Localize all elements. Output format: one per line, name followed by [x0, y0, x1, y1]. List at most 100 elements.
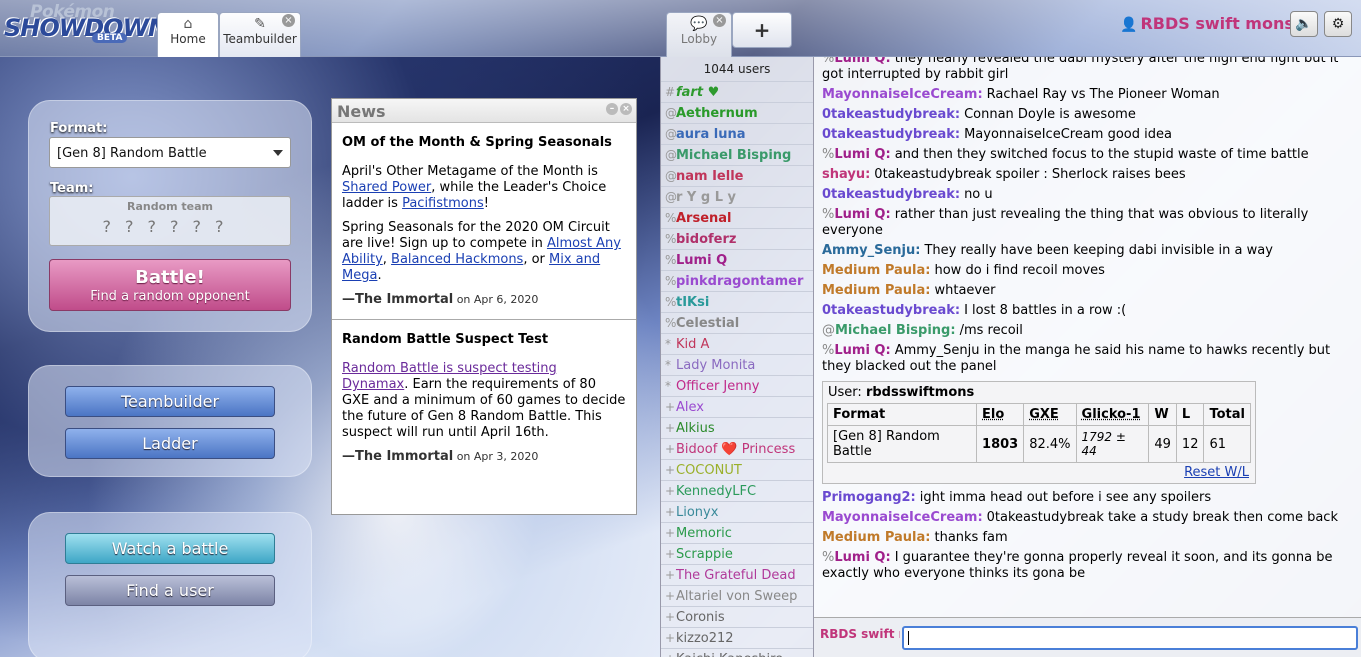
chat-message: %Lumi Q: and then they switched focus to … — [814, 145, 1361, 165]
user-list-item[interactable]: @nam Ielle — [661, 165, 813, 186]
user-list-item[interactable]: * Officer Jenny — [661, 375, 813, 396]
news-link[interactable]: Balanced Hackmons — [391, 252, 523, 267]
chat-message: 0takeastudybreak: no u — [814, 185, 1361, 205]
user-icon: 👤 — [1120, 17, 1138, 33]
current-user[interactable]: 👤 RBDS swift mons — [1120, 14, 1294, 33]
user-stats-table: Format Elo GXE Glicko-1 W L Total [Gen 8] Rand… — [826, 403, 1251, 463]
settings-button[interactable]: ⚙ — [1324, 11, 1352, 37]
user-list-item[interactable]: #fart ♥ — [661, 81, 813, 102]
stats-column-header: L — [1175, 403, 1205, 426]
chat-message-author[interactable]: Ammy_Senju: — [822, 243, 920, 258]
chat-message-author[interactable]: Medium Paula: — [822, 530, 930, 545]
user-stats-header: User: rbdsswiftmons — [823, 382, 1255, 403]
format-select[interactable]: [Gen 8] Random Battle — [49, 137, 291, 168]
chat-message-author[interactable]: Lumi Q: — [834, 343, 890, 358]
user-list-item[interactable]: %pinkdragontamer — [661, 270, 813, 291]
user-list-item[interactable]: @Michael Bisping — [661, 144, 813, 165]
teambuilder-button[interactable]: Teambuilder — [65, 386, 275, 417]
tab-teambuilder[interactable]: ✎ Teambuilder × — [219, 12, 301, 57]
close-icon[interactable]: × — [282, 14, 295, 27]
chat-message-author[interactable]: Medium Paula: — [822, 263, 930, 278]
user-list-item[interactable]: @Aethernum — [661, 102, 813, 123]
close-icon[interactable]: × — [713, 14, 726, 27]
chat-message-author[interactable]: 0takeastudybreak: — [822, 107, 960, 122]
showdown-logo[interactable]: Pokémon SHOWDOWN BETA — [4, 2, 168, 46]
user-list-item[interactable]: * Lady Monita — [661, 354, 813, 375]
user-list-item[interactable]: %Celestial — [661, 312, 813, 333]
user-rank: + — [665, 400, 676, 414]
chat-message-author[interactable]: 0takeastudybreak: — [822, 187, 960, 202]
user-name: nam Ielle — [676, 169, 744, 184]
user-list-item[interactable]: %Lumi Q — [661, 249, 813, 270]
user-name: Lady Monita — [676, 358, 756, 373]
user-list-item[interactable]: +Altariel von Sweep — [661, 585, 813, 606]
chat-message-text: how do i find recoil moves — [934, 263, 1105, 278]
user-name: Aethernum — [676, 106, 758, 121]
user-list-item[interactable]: %bidoferz — [661, 228, 813, 249]
chat-message-author[interactable]: MayonnaiseIceCream: — [822, 87, 983, 102]
watch-battle-button[interactable]: Watch a battle — [65, 533, 275, 564]
user-list-item[interactable]: %tIKsi — [661, 291, 813, 312]
chat-message-author[interactable]: Lumi Q: — [834, 147, 890, 162]
user-list-item[interactable]: @r Y g L y — [661, 186, 813, 207]
chat-message-author[interactable]: Michael Bisping: — [835, 323, 956, 338]
ladder-button[interactable]: Ladder — [65, 428, 275, 459]
news-link[interactable]: Pacifistmons — [402, 196, 484, 211]
reset-wl-link[interactable]: Reset W/L — [1184, 465, 1249, 480]
chat-message-author[interactable]: Lumi Q: — [834, 207, 890, 222]
chat-message: %Lumi Q: I guarantee they're gonna proper… — [814, 548, 1361, 584]
tab-lobby[interactable]: 💬 Lobby × — [666, 12, 732, 57]
chat-message-author[interactable]: 0takeastudybreak: — [822, 303, 960, 318]
news-item: Random Battle Suspect Test Random Battle… — [332, 320, 636, 476]
news-byline: —The Immortal on Apr 6, 2020 — [342, 292, 626, 307]
user-list-item[interactable]: +COCONUT — [661, 459, 813, 480]
user-name: Lumi Q — [676, 253, 728, 268]
format-label: Format: — [50, 121, 108, 136]
user-list-item[interactable]: +Lionyx — [661, 501, 813, 522]
user-list-item[interactable]: * Kid A — [661, 333, 813, 354]
chat-message-author[interactable]: Medium Paula: — [822, 283, 930, 298]
user-list-item[interactable]: +Coronis — [661, 606, 813, 627]
user-list-item[interactable]: %Arsenal — [661, 207, 813, 228]
chat-input[interactable] — [902, 626, 1358, 650]
user-list-item[interactable]: +Memoric — [661, 522, 813, 543]
close-icon[interactable]: × — [620, 103, 632, 115]
user-name: Michael Bisping — [676, 148, 792, 163]
minimize-icon[interactable]: – — [606, 103, 618, 115]
new-tab-button[interactable]: + — [732, 12, 792, 48]
user-name: Kaichi Kaneshiro — [676, 652, 783, 657]
user-name: pinkdragontamer — [676, 274, 804, 289]
sound-button[interactable]: 🔈 — [1290, 11, 1318, 37]
user-stats-box: User: rbdsswiftmons Format Elo GXE Glicko-1… — [822, 381, 1256, 484]
user-rank: + — [665, 631, 676, 645]
team-select[interactable]: Random team ?︎?︎?︎?︎?︎?︎ — [49, 196, 291, 246]
user-rank: @ — [665, 148, 677, 162]
news-link[interactable]: Shared Power — [342, 180, 431, 195]
chat-message-author[interactable]: Lumi Q: — [834, 550, 890, 565]
chat-message-author[interactable]: shayu: — [822, 167, 870, 182]
user-list-item[interactable]: @aura luna — [661, 123, 813, 144]
user-list-item[interactable]: +Kaichi Kaneshiro — [661, 648, 813, 657]
stats-cell: 61 — [1203, 425, 1251, 463]
user-list-item[interactable]: +kizzo212 — [661, 627, 813, 648]
chat-message-author[interactable]: 0takeastudybreak: — [822, 127, 960, 142]
random-pokemon-icons: ?︎?︎?︎?︎?︎?︎ — [102, 217, 238, 236]
chat-message-author[interactable]: Lumi Q: — [834, 57, 890, 66]
user-list-item[interactable]: +Alex — [661, 396, 813, 417]
find-user-button[interactable]: Find a user — [65, 575, 275, 606]
chat-username[interactable]: RBDS swift mons — [820, 627, 900, 641]
chat-message-author[interactable]: MayonnaiseIceCream: — [822, 510, 983, 525]
user-list-item[interactable]: +Bidoof ❤️ Princess — [661, 438, 813, 459]
user-list-item[interactable]: +Alkius — [661, 417, 813, 438]
chat-message-author[interactable]: Primogang2: — [822, 490, 916, 505]
battle-button[interactable]: Battle! Find a random opponent — [49, 259, 291, 311]
chat-message: MayonnaiseIceCream: Rachael Ray vs The Pi… — [814, 85, 1361, 105]
user-rank: % — [665, 232, 677, 246]
user-list-item[interactable]: +The Grateful Dead — [661, 564, 813, 585]
news-author: —The Immortal — [342, 449, 454, 464]
news-paragraph: Spring Seasonals for the 2020 OM Circuit… — [342, 220, 621, 283]
tab-home[interactable]: ⌂ Home — [157, 12, 219, 57]
user-name: Arsenal — [676, 211, 732, 226]
user-list-item[interactable]: +KennedyLFC — [661, 480, 813, 501]
user-list-item[interactable]: +Scrappie — [661, 543, 813, 564]
